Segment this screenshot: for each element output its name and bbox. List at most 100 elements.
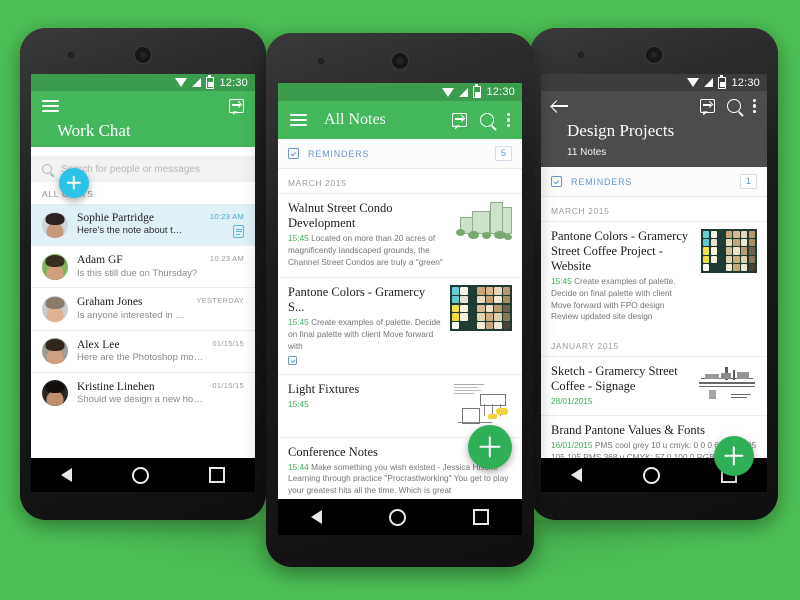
chat-timestamp: 10:23 AM — [209, 254, 244, 264]
phone-left-screen: 12:30 Work Chat Search for people or mes… — [31, 74, 255, 492]
list-item[interactable]: Sophie Partridge Here's the note about t… — [31, 204, 255, 246]
plus-icon — [468, 425, 512, 469]
earpiece-speaker — [645, 46, 663, 64]
note-snippet-text: Located on more than 20 acres of magnifi… — [288, 233, 443, 267]
chat-text: Sophie Partridge Here's the note about t… — [77, 211, 201, 238]
note-body: Sketch - Gramercy Street Coffee - Signag… — [551, 364, 687, 406]
plus-icon — [714, 436, 754, 476]
list-item[interactable]: Graham Jones Is anyone interested in goi… — [31, 287, 255, 330]
share-icon[interactable] — [699, 99, 715, 116]
plus-icon — [59, 168, 89, 198]
screenshot-canvas: 12:30 Work Chat Search for people or mes… — [0, 0, 800, 600]
chat-timestamp: 01/15/15 — [212, 338, 244, 348]
note-body: Pantone Colors - Gramercy S... 15:45 Cre… — [288, 285, 442, 365]
hamburger-icon[interactable] — [290, 114, 307, 126]
chat-timestamp: 10:23 AM — [209, 212, 244, 221]
back-icon[interactable] — [311, 510, 323, 524]
hamburger-icon[interactable] — [42, 100, 59, 112]
note-time: 15:45 — [288, 398, 309, 409]
search-icon[interactable] — [726, 99, 741, 113]
avatar — [42, 338, 68, 365]
status-bar-left: 12:30 — [31, 74, 255, 91]
battery-icon — [206, 74, 215, 89]
search-icon[interactable] — [479, 113, 494, 127]
app-bar-gap — [31, 147, 255, 156]
wifi-icon — [687, 78, 700, 87]
chat-preview: Here are the Photoshop mockups you ... — [77, 351, 204, 363]
month-heading: JANUARY 2015 — [541, 332, 767, 357]
reminder-icon — [551, 176, 562, 187]
share-icon[interactable] — [451, 113, 467, 130]
app-bar-left: Work Chat — [31, 91, 255, 147]
note-time: 15:45 — [288, 233, 309, 243]
back-icon[interactable] — [571, 468, 583, 482]
wifi-icon — [175, 78, 188, 87]
note-list-item[interactable]: Sketch - Gramercy Street Coffee - Signag… — [541, 356, 767, 416]
note-body: Pantone Colors - Gramercy Street Coffee … — [551, 229, 693, 323]
condo-sketch-thumbnail — [452, 201, 512, 245]
home-icon[interactable] — [132, 466, 149, 484]
avatar — [42, 211, 68, 238]
avatar — [42, 380, 68, 407]
note-time: 15:45 — [551, 276, 572, 286]
status-bar-time: 12:30 — [219, 76, 248, 89]
pantone-swatches-thumbnail — [701, 229, 757, 273]
list-item[interactable]: Adam GF Is this still due on Thursday? 1… — [31, 245, 255, 288]
back-arrow-icon[interactable] — [552, 99, 569, 113]
note-list-item[interactable]: Pantone Colors - Gramercy S... 15:45 Cre… — [278, 277, 522, 374]
note-title: Sketch - Gramercy Street Coffee - Signag… — [551, 364, 678, 394]
front-camera — [578, 52, 584, 58]
home-icon[interactable] — [388, 508, 406, 526]
contact-name: Kristine Linehen — [77, 380, 155, 393]
overflow-icon[interactable] — [506, 112, 510, 128]
list-item[interactable]: Kristine Linehen Should we design a new … — [31, 371, 255, 414]
phone-center: 12:30 All Notes REMINDERS 5 MARCH 2015 W… — [266, 33, 534, 567]
reminders-row[interactable]: REMINDERS 5 — [278, 139, 522, 169]
reminders-count-badge: 5 — [494, 146, 512, 161]
new-note-fab[interactable] — [714, 436, 754, 476]
note-snippet: 15:45 Located on more than 20 acres of m… — [288, 233, 444, 268]
note-body: Walnut Street Condo Development 15:45 Lo… — [288, 201, 444, 268]
reminders-count-badge: 1 — [739, 174, 757, 189]
app-bar-left-row — [31, 91, 255, 121]
page-title: Design Projects — [567, 121, 675, 140]
reminder-icon — [288, 355, 297, 365]
app-bar-center-row: All Notes — [278, 101, 522, 139]
new-note-icon[interactable] — [229, 99, 244, 116]
reminders-label: REMINDERS — [308, 148, 370, 159]
chat-preview: Is anyone interested in going to In-N-Ou… — [77, 309, 187, 321]
avatar — [42, 253, 68, 280]
status-bar-center: 12:30 — [278, 83, 522, 101]
note-list-item[interactable]: Pantone Colors - Gramercy Street Coffee … — [541, 221, 767, 333]
home-icon[interactable] — [642, 466, 660, 484]
chat-text: Alex Lee Here are the Photoshop mockups … — [77, 338, 203, 365]
note-list-item[interactable]: Walnut Street Condo Development 15:45 Lo… — [278, 193, 522, 278]
note-time: 15:44 — [288, 461, 309, 472]
chat-preview: Is this still due on Thursday? — [77, 267, 198, 279]
front-camera — [318, 58, 324, 64]
back-icon[interactable] — [61, 468, 72, 482]
note-count: 11 Notes — [567, 147, 607, 158]
note-date: 16/01/2015 — [551, 440, 593, 451]
reminder-icon — [288, 148, 299, 159]
new-chat-fab[interactable] — [59, 168, 89, 198]
note-attachment-icon — [233, 225, 244, 239]
recents-icon[interactable] — [472, 509, 489, 525]
page-title: All Notes — [324, 111, 386, 128]
recents-icon[interactable] — [209, 467, 225, 483]
chat-preview: Should we design a new home screen? — [77, 394, 203, 406]
new-note-fab[interactable] — [468, 425, 512, 469]
reminders-label: REMINDERS — [571, 176, 633, 187]
note-title: Pantone Colors - Gramercy Street Coffee … — [551, 229, 689, 273]
status-bar-right: 12:30 — [541, 74, 767, 91]
list-item[interactable]: Alex Lee Here are the Photoshop mockups … — [31, 329, 255, 372]
note-date: 28/01/2015 — [551, 396, 593, 407]
signage-sketch-thumbnail — [695, 364, 757, 405]
reminders-row[interactable]: REMINDERS 1 — [541, 167, 767, 197]
note-snippet: 15:45 Create examples of palette. Decide… — [288, 317, 442, 352]
overflow-icon[interactable] — [752, 98, 756, 114]
earpiece-speaker — [134, 46, 152, 64]
system-nav-bar-left — [31, 458, 255, 492]
battery-icon — [473, 84, 482, 98]
signal-icon — [459, 87, 469, 97]
